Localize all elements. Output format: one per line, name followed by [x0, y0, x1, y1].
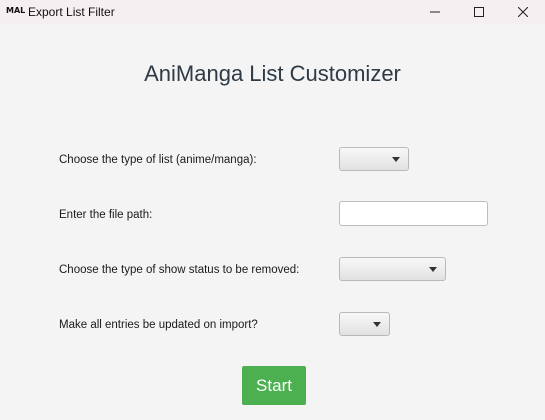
file-path-label: Enter the file path: [59, 209, 153, 221]
chevron-down-icon [392, 157, 400, 162]
chevron-down-icon [373, 322, 381, 327]
page-title: AniManga List Customizer [144, 61, 401, 86]
status-label: Choose the type of show status to be rem… [59, 264, 300, 276]
title-bar: MAL Export List Filter [0, 0, 545, 24]
maximize-icon [474, 7, 484, 17]
file-path-input[interactable] [339, 201, 488, 226]
start-button[interactable]: Start [242, 366, 306, 405]
minimize-button[interactable] [412, 0, 458, 24]
close-button[interactable] [500, 0, 545, 24]
update-entries-dropdown[interactable] [339, 312, 390, 336]
app-logo-icon: MAL [6, 6, 26, 15]
list-type-label: Choose the type of list (anime/manga): [59, 154, 257, 166]
minimize-icon [430, 11, 440, 13]
window-title: Export List Filter [28, 5, 115, 19]
list-type-dropdown[interactable] [339, 147, 409, 171]
close-icon [518, 7, 528, 17]
main-panel: AniManga List Customizer Choose the type… [0, 24, 545, 420]
maximize-button[interactable] [456, 0, 502, 24]
status-dropdown[interactable] [339, 257, 446, 281]
chevron-down-icon [429, 267, 437, 272]
update-entries-label: Make all entries be updated on import? [59, 319, 258, 331]
